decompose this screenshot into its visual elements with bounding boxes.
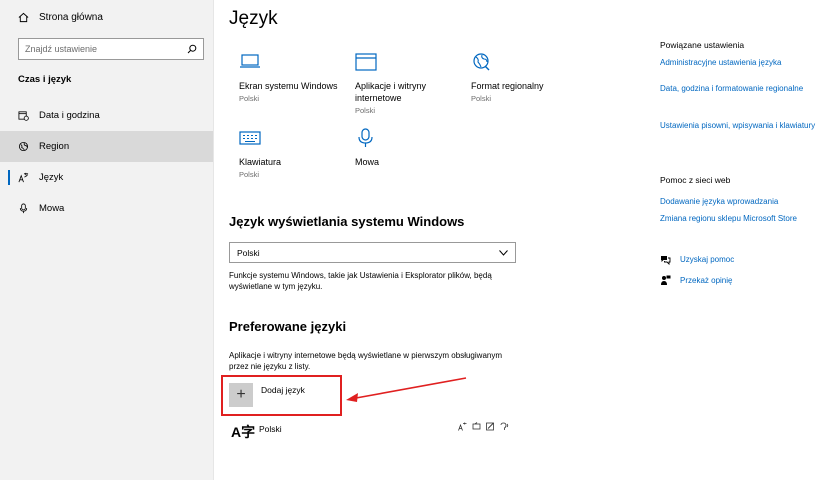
get-help-link[interactable]: Uzyskaj pomoc (660, 254, 734, 265)
preferred-languages-description: Aplikacje i witryny internetowe będą wyś… (229, 351, 502, 371)
feedback-person-icon (661, 275, 671, 285)
display-language-heading: Język wyświetlania systemu Windows (229, 214, 465, 229)
web-help-title: Pomoc z sieci web (660, 175, 731, 185)
tile-regional-format[interactable]: Format regionalny Polski (471, 52, 581, 103)
home-icon (18, 12, 29, 23)
tile-label: Format regionalny (471, 81, 544, 91)
tile-sublabel: Polski (239, 94, 260, 103)
sidebar-item-language[interactable]: Język (0, 162, 213, 193)
speech-feature-icon (472, 422, 481, 430)
page-title: Język (229, 8, 278, 29)
display-language-feature-icon (458, 422, 467, 431)
section-title: Czas i język (18, 74, 72, 85)
tile-sublabel: Polski (355, 106, 376, 115)
sidebar-nav: Data i godzina Region Język Mowa (0, 100, 213, 224)
tile-label: Ekran systemu Windows (239, 81, 338, 91)
sidebar-item-label: Mowa (39, 203, 65, 214)
link-add-input-language[interactable]: Dodawanie języka wprowadzania (660, 196, 825, 207)
sidebar-item-region[interactable]: Region (0, 131, 213, 162)
handwriting-feature-icon (486, 422, 494, 431)
annotation-arrow (346, 377, 467, 402)
chevron-down-icon (499, 249, 508, 256)
annotation-highlight-box (221, 375, 342, 416)
language-features (458, 422, 509, 431)
tile-windows-display[interactable]: Ekran systemu Windows Polski (239, 52, 349, 103)
search-box[interactable] (18, 38, 204, 60)
tile-sublabel: Polski (471, 94, 492, 103)
language-glyph-icon: A字 (231, 424, 256, 440)
link-date-time-regional-formatting[interactable]: Data, godzina i formatowanie regionalne (660, 83, 825, 94)
tile-label: Aplikacje i witryny internetowe (355, 81, 427, 103)
search-icon[interactable] (187, 44, 197, 54)
home-label: Strona główna (39, 12, 103, 23)
tile-speech[interactable]: Mowa (355, 128, 465, 170)
preferred-languages-heading: Preferowane języki (229, 319, 347, 334)
display-language-value: Polski (237, 247, 260, 258)
tile-keyboard[interactable]: Klawiatura Polski (239, 128, 349, 179)
microphone-icon (19, 203, 28, 214)
sidebar: Strona główna Czas i język Data i godzin… (0, 0, 214, 480)
feedback-link[interactable]: Przekaż opinię (660, 275, 732, 286)
sidebar-item-label: Data i godzina (39, 110, 100, 121)
globe-icon (18, 141, 29, 152)
text-to-speech-feature-icon (500, 422, 509, 430)
language-list-item[interactable]: A字 Polski (229, 422, 519, 446)
laptop-icon (240, 54, 260, 68)
language-name: Polski (259, 424, 282, 434)
tile-label: Mowa (355, 157, 380, 167)
home-link[interactable]: Strona główna (18, 12, 103, 23)
sidebar-item-date-time[interactable]: Data i godzina (0, 100, 213, 131)
link-change-store-region[interactable]: Zmiana regionu sklepu Microsoft Store (660, 213, 825, 224)
microphone-icon (358, 128, 373, 147)
globe-icon (473, 53, 490, 71)
search-input[interactable] (25, 44, 187, 54)
feedback-label: Przekaż opinię (680, 276, 733, 285)
calendar-clock-icon (18, 111, 29, 121)
keyboard-icon (239, 131, 261, 145)
sidebar-item-label: Język (39, 172, 64, 183)
link-spelling-typing-keyboard[interactable]: Ustawienia pisowni, wpisywania i klawiat… (660, 120, 825, 131)
tile-sublabel: Polski (239, 170, 260, 179)
tile-label: Klawiatura (239, 157, 282, 167)
link-admin-language-settings[interactable]: Administracyjne ustawienia języka (660, 57, 825, 68)
display-language-description: Funkcje systemu Windows, takie jak Ustaw… (229, 271, 492, 291)
related-settings-title: Powiązane ustawienia (660, 40, 745, 50)
sidebar-item-label: Region (39, 141, 70, 152)
language-icon (18, 172, 29, 183)
get-help-label: Uzyskaj pomoc (680, 255, 735, 264)
chat-help-icon (661, 256, 671, 265)
display-language-select[interactable]: Polski (229, 242, 516, 263)
window-icon (355, 53, 377, 71)
tile-apps-websites[interactable]: Aplikacje i witryny internetowe Polski (355, 52, 465, 115)
sidebar-item-speech[interactable]: Mowa (0, 193, 213, 224)
